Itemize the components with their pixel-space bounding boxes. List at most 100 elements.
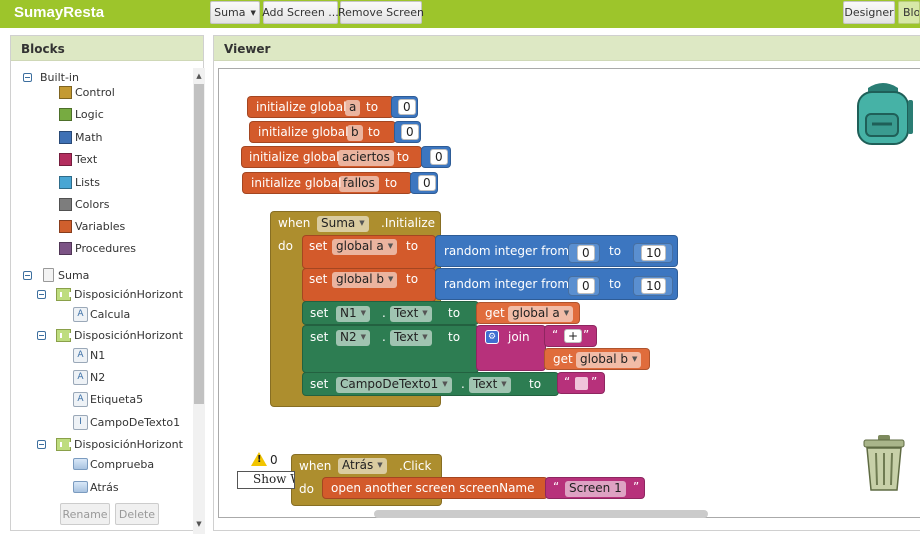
tree-item-variables[interactable]: Variables — [59, 217, 125, 235]
tree-item-suma[interactable]: Suma — [43, 266, 89, 284]
workspace-horizontal-scrollbar[interactable] — [374, 510, 708, 518]
backpack-icon[interactable] — [852, 80, 914, 146]
init-global-fallos-block[interactable]: initialize global fallos to — [242, 172, 412, 194]
show-warnings-button[interactable]: Show Warnings — [237, 471, 295, 489]
number-field[interactable]: 10 — [641, 278, 667, 294]
screen-select-dropdown[interactable]: Suma ▼ — [210, 1, 260, 24]
designer-button[interactable]: Designer — [843, 1, 895, 24]
tree-item-campodetexto1[interactable]: I CampoDeTexto1 — [73, 413, 180, 431]
set-n1-text-block[interactable]: set N1 ▼ . Text ▼ to — [302, 301, 479, 325]
tree-item-disposicion-1[interactable]: DisposiciónHorizontal — [56, 285, 183, 303]
number-block[interactable]: 0 — [394, 121, 421, 143]
collapse-builtin-icon[interactable] — [23, 73, 32, 82]
component-dropdown[interactable]: CampoDeTexto1 ▼ — [336, 377, 452, 393]
tree-item-control[interactable]: Control — [59, 83, 115, 101]
chevron-down-icon: ▼ — [442, 380, 448, 388]
scroll-down-icon[interactable]: ▼ — [193, 518, 205, 530]
tree-item-etiqueta5[interactable]: A Etiqueta5 — [73, 390, 143, 408]
collapse-suma-icon[interactable] — [23, 271, 32, 280]
collapse-h3-icon[interactable] — [37, 440, 46, 449]
tree-item-lists[interactable]: Lists — [59, 173, 100, 191]
text-field[interactable]: Screen 1 — [565, 481, 626, 497]
number-field[interactable]: 10 — [641, 245, 667, 261]
rename-button[interactable]: Rename — [60, 503, 110, 525]
number-block[interactable]: 10 — [633, 243, 673, 263]
tree-item-calcula[interactable]: A Calcula — [73, 305, 130, 323]
tree-item-colors[interactable]: Colors — [59, 195, 109, 213]
text-string-block[interactable]: “ + ” — [544, 325, 597, 347]
number-block[interactable]: 0 — [421, 146, 451, 168]
empty-text-block[interactable]: “ ” — [557, 372, 605, 394]
tree-item-atras[interactable]: Atrás — [73, 478, 119, 496]
number-field[interactable]: 0 — [577, 245, 595, 261]
number-field[interactable]: 0 — [577, 278, 595, 294]
trash-icon[interactable] — [862, 434, 906, 492]
set-global-a-block[interactable]: set global a ▼ to — [302, 235, 436, 269]
global-name-field[interactable]: b — [347, 125, 363, 141]
label-icon: A — [73, 391, 88, 407]
number-block[interactable]: 0 — [568, 276, 600, 296]
open-another-screen-block[interactable]: open another screen screenName — [322, 477, 548, 499]
blocks-button[interactable]: Blocks — [898, 1, 920, 24]
tree-item-math[interactable]: Math — [59, 128, 103, 146]
number-field[interactable]: 0 — [398, 99, 416, 115]
tree-item-disposicion-3[interactable]: DisposiciónHorizontal — [56, 435, 183, 453]
random-integer-block[interactable]: random integer from 0 to 10 — [435, 268, 678, 300]
event-name: .Click — [399, 459, 432, 473]
get-global-a-block[interactable]: get global a ▼ — [476, 302, 580, 324]
number-field[interactable]: 0 — [430, 149, 448, 165]
global-name-field[interactable]: a — [345, 100, 361, 116]
number-block[interactable]: 0 — [391, 96, 418, 118]
scroll-up-icon[interactable]: ▲ — [193, 70, 205, 82]
component-dropdown[interactable]: Atrás ▼ — [338, 458, 387, 474]
tree-item-n2[interactable]: A N2 — [73, 368, 105, 386]
add-screen-button[interactable]: Add Screen ... — [262, 1, 339, 24]
property-dropdown[interactable]: Text ▼ — [390, 330, 432, 346]
variable-dropdown[interactable]: global b ▼ — [576, 352, 642, 368]
component-dropdown[interactable]: N2 ▼ — [336, 330, 371, 346]
collapse-h2-icon[interactable] — [37, 331, 46, 340]
gear-icon[interactable]: ⚙ — [485, 330, 499, 344]
tree-item-n1[interactable]: A N1 — [73, 346, 105, 364]
init-global-aciertos-block[interactable]: initialize global aciertos to — [241, 146, 422, 168]
init-global-a-block[interactable]: initialize global a to — [247, 96, 394, 118]
property-dropdown[interactable]: Text ▼ — [390, 306, 432, 322]
tree-item-disposicion-2[interactable]: DisposiciónHorizontal — [56, 326, 183, 344]
property-dropdown[interactable]: Text ▼ — [469, 377, 511, 393]
tree-item-comprueba[interactable]: Comprueba — [73, 455, 154, 473]
number-block[interactable]: 0 — [568, 243, 600, 263]
variable-dropdown[interactable]: global a ▼ — [332, 239, 398, 255]
empty-text-field[interactable] — [575, 377, 588, 390]
collapse-h1-icon[interactable] — [37, 290, 46, 299]
component-dropdown[interactable]: Suma ▼ — [317, 216, 369, 232]
warning-indicator[interactable]: 0 — [251, 452, 278, 467]
global-name-field[interactable]: aciertos — [338, 150, 394, 166]
screen-select-label: Suma — [214, 6, 246, 19]
variable-dropdown[interactable]: global b ▼ — [332, 272, 398, 288]
number-field[interactable]: 0 — [401, 124, 419, 140]
init-global-b-block[interactable]: initialize global b to — [249, 121, 396, 143]
remove-screen-button[interactable]: Remove Screen — [338, 1, 424, 24]
number-field[interactable]: 0 — [418, 175, 436, 191]
screen-name-text-block[interactable]: “ Screen 1 ” — [545, 477, 645, 499]
set-campodetexto-text-block[interactable]: set CampoDeTexto1 ▼ . Text ▼ to — [302, 372, 559, 396]
tree-item-procedures[interactable]: Procedures — [59, 239, 136, 257]
scrollbar-thumb[interactable] — [194, 84, 204, 404]
tree-item-text[interactable]: Text — [59, 150, 97, 168]
tree-item-label: Lists — [75, 175, 100, 189]
delete-button[interactable]: Delete — [115, 503, 159, 525]
set-global-b-block[interactable]: set global b ▼ to — [302, 268, 436, 302]
number-block[interactable]: 0 — [410, 172, 438, 194]
tree-item-logic[interactable]: Logic — [59, 105, 104, 123]
global-name-field[interactable]: fallos — [339, 176, 379, 192]
join-block[interactable]: ⚙ join — [476, 325, 546, 371]
get-global-b-block[interactable]: get global b ▼ — [544, 348, 650, 370]
set-n2-text-block[interactable]: set N2 ▼ . Text ▼ to — [302, 325, 479, 373]
number-block[interactable]: 10 — [633, 276, 673, 296]
variable-dropdown[interactable]: global a ▼ — [508, 306, 574, 322]
blocks-tree-scrollbar[interactable]: ▲ ▼ — [193, 68, 205, 534]
random-integer-block[interactable]: random integer from 0 to 10 — [435, 235, 678, 267]
text-field[interactable]: + — [564, 329, 583, 343]
component-dropdown[interactable]: N1 ▼ — [336, 306, 371, 322]
property-dropdown-label: Text — [394, 330, 419, 344]
